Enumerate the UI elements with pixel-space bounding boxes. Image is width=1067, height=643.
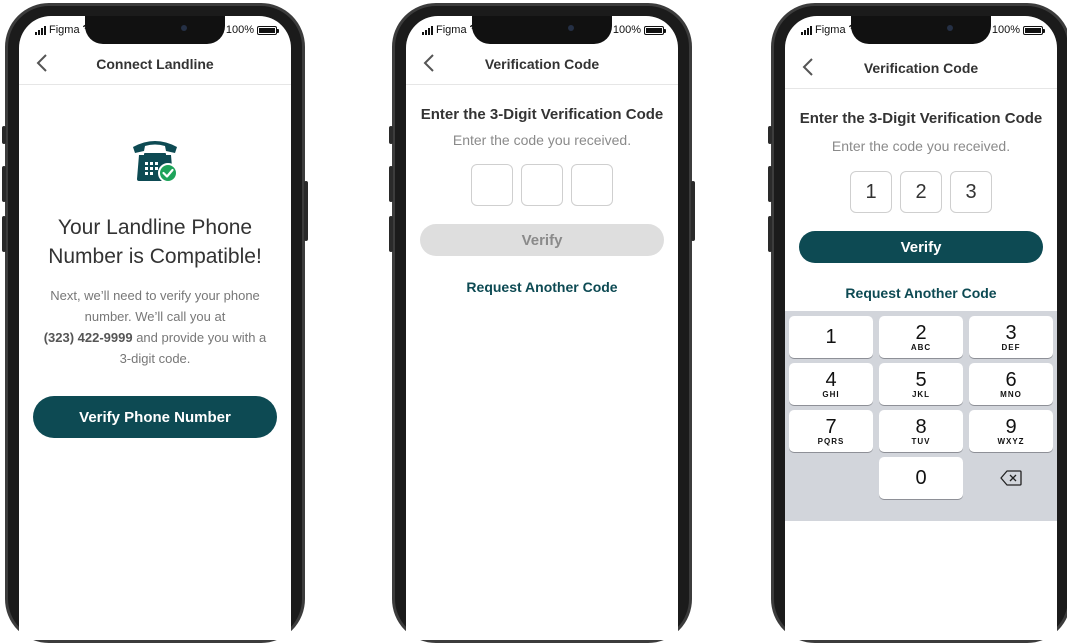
code-inputs [406, 164, 678, 206]
carrier-label: Figma [436, 24, 467, 36]
battery-label: 100% [991, 24, 1020, 36]
keypad-key-3[interactable]: 3 DEF [969, 316, 1053, 358]
code-digit-input[interactable]: 3 [950, 171, 992, 213]
verify-phone-number-button[interactable]: Verify Phone Number [33, 396, 277, 438]
carrier-label: Figma [49, 24, 80, 36]
signal-icon [35, 25, 46, 35]
keypad-key-7[interactable]: 7 PQRS [789, 410, 873, 452]
keypad-key-9[interactable]: 9 WXYZ [969, 410, 1053, 452]
notch [85, 16, 225, 44]
page-title: Verification Code [484, 56, 600, 72]
screen-verification-filled: Figma ✱ 100% Verification Code Enter the… [785, 16, 1057, 640]
code-digit-input[interactable] [471, 164, 513, 206]
nav-bar: Connect Landline [19, 44, 291, 85]
code-inputs: 1 2 3 [785, 171, 1057, 213]
battery-label: 100% [225, 24, 254, 36]
notch [851, 16, 991, 44]
phone-frame-connect: Figma ✱ 100% Connect Landline [2, 3, 308, 643]
signal-icon [422, 25, 433, 35]
keypad-key-8[interactable]: 8 TUV [879, 410, 963, 452]
main-content: Enter the 3-Digit Verification Code Ente… [406, 85, 678, 640]
main-content: Your Landline Phone Number is Compatible… [19, 85, 291, 640]
keypad-key-4[interactable]: 4 GHI [789, 363, 873, 405]
code-subtext: Enter the code you received. [831, 138, 1011, 154]
signal-icon [801, 25, 812, 35]
chevron-left-icon[interactable] [31, 52, 53, 74]
code-subtext: Enter the code you received. [452, 132, 632, 148]
keypad-spacer [789, 457, 873, 499]
request-another-code-link[interactable]: Request Another Code [406, 279, 678, 295]
request-another-code-link[interactable]: Request Another Code [785, 285, 1057, 301]
battery-label: 100% [612, 24, 641, 36]
nav-bar: Verification Code [785, 48, 1057, 89]
battery-icon [644, 25, 666, 35]
keypad-key-6[interactable]: 6 MNO [969, 363, 1053, 405]
code-digit-input[interactable]: 1 [850, 171, 892, 213]
phone-frame-verify-empty: Figma ✱ 100% Verification Code Enter the… [389, 3, 695, 643]
chevron-left-icon[interactable] [797, 56, 819, 78]
landline-check-icon [129, 135, 181, 185]
chevron-left-icon[interactable] [418, 52, 440, 74]
phone-number: (323) 422-9999 [43, 330, 133, 345]
battery-icon [257, 25, 279, 35]
carrier-label: Figma [815, 24, 846, 36]
screen-connect-landline: Figma ✱ 100% Connect Landline [19, 16, 291, 640]
screen-verification-empty: Figma ✱ 100% Verification Code Enter the… [406, 16, 678, 640]
page-title: Connect Landline [96, 56, 214, 72]
page-title: Verification Code [863, 60, 979, 76]
verify-instructions: Next, we’ll need to verify your phone nu… [43, 288, 267, 366]
keypad-key-2[interactable]: 2 ABC [879, 316, 963, 358]
code-digit-input[interactable] [571, 164, 613, 206]
backspace-icon[interactable] [969, 457, 1053, 499]
notch [472, 16, 612, 44]
phone-frame-verify-filled: Figma ✱ 100% Verification Code Enter the… [768, 3, 1067, 643]
code-digit-input[interactable]: 2 [900, 171, 942, 213]
battery-icon [1023, 25, 1045, 35]
main-content: Enter the 3-Digit Verification Code Ente… [785, 89, 1057, 640]
numeric-keypad: 1 2 ABC 3 DEF 4 GHI 5 JKL 6 MNO 7 PQRS 8 TUV 9W… [785, 311, 1057, 521]
compatible-heading: Your Landline Phone Number is Compatible… [48, 216, 262, 268]
code-digit-input[interactable] [521, 164, 563, 206]
nav-bar: Verification Code [406, 44, 678, 85]
verify-button[interactable]: Verify [420, 224, 664, 256]
keypad-key-0[interactable]: 0 [879, 457, 963, 499]
code-heading: Enter the 3-Digit Verification Code [420, 106, 664, 123]
keypad-key-1[interactable]: 1 [789, 316, 873, 358]
code-heading: Enter the 3-Digit Verification Code [799, 110, 1043, 127]
verify-button[interactable]: Verify [799, 231, 1043, 263]
keypad-key-5[interactable]: 5 JKL [879, 363, 963, 405]
